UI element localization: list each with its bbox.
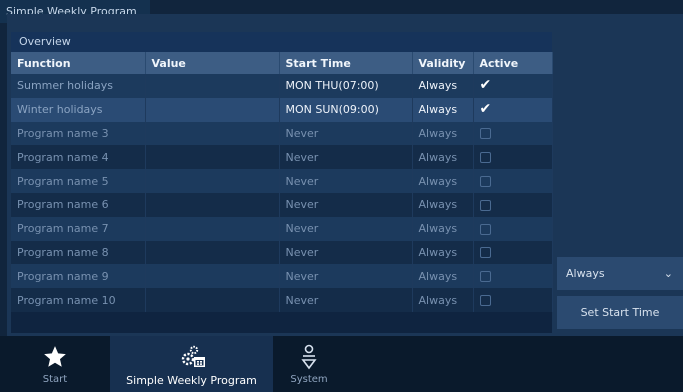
table-row[interactable]: Program name 5 Never Always — [11, 169, 553, 193]
active-cell — [473, 264, 553, 289]
start-time-cell: Never — [279, 169, 413, 193]
active-checkbox[interactable] — [479, 199, 491, 211]
active-checkbox[interactable] — [480, 77, 492, 93]
validity-cell: Always — [412, 192, 474, 217]
table-header-row: Function Value Start Time Validity Activ… — [11, 52, 553, 74]
program-table: Function Value Start Time Validity Activ… — [11, 52, 553, 312]
active-checkbox[interactable] — [479, 128, 491, 140]
active-cell — [473, 145, 553, 170]
function-cell: Program name 8 — [11, 240, 146, 265]
value-cell — [145, 169, 280, 193]
start-time-cell: Never — [279, 240, 413, 265]
value-cell — [145, 121, 280, 146]
active-cell — [473, 240, 553, 265]
validity-cell: Always — [412, 74, 474, 98]
start-time-cell: Never — [279, 288, 413, 312]
active-checkbox[interactable] — [479, 271, 491, 283]
overview-panel: Overview Function Value Start Time Valid… — [11, 32, 553, 333]
system-icon — [301, 344, 317, 370]
start-time-cell: Never — [279, 121, 413, 146]
active-cell — [473, 192, 553, 217]
table-row[interactable]: Program name 9 Never Always — [11, 264, 553, 289]
start-time-cell: Never — [279, 192, 413, 217]
column-header-start-time[interactable]: Start Time — [279, 52, 413, 74]
function-cell: Program name 3 — [11, 121, 146, 146]
chevron-down-icon: ⌄ — [663, 267, 673, 280]
validity-cell: Always — [412, 121, 474, 146]
table-row[interactable]: Program name 8 Never Always — [11, 240, 553, 265]
active-cell — [473, 74, 553, 98]
validity-dropdown-value: Always — [566, 267, 605, 280]
value-cell — [145, 288, 280, 312]
nav-system-label: System — [290, 374, 328, 385]
function-cell: Winter holidays — [11, 97, 146, 122]
function-cell: Summer holidays — [11, 74, 146, 98]
start-time-cell: Never — [279, 216, 413, 241]
gears-calendar-icon — [181, 345, 205, 367]
function-cell: Program name 10 — [11, 288, 146, 312]
active-cell — [473, 97, 553, 122]
value-cell — [145, 97, 280, 122]
validity-cell: Always — [412, 240, 474, 265]
function-cell: Program name 4 — [11, 145, 146, 170]
nav-start[interactable]: Start — [26, 336, 84, 392]
active-checkbox[interactable] — [479, 176, 491, 188]
table-row[interactable]: Program name 6 Never Always — [11, 192, 553, 217]
active-checkbox[interactable] — [479, 152, 491, 164]
value-cell — [145, 74, 280, 98]
value-cell — [145, 192, 280, 217]
value-cell — [145, 264, 280, 289]
validity-cell: Always — [412, 169, 474, 193]
table-row[interactable]: Program name 4 Never Always — [11, 145, 553, 170]
validity-cell: Always — [412, 216, 474, 241]
overview-header: Overview — [11, 32, 552, 52]
validity-dropdown[interactable]: Always ⌄ — [557, 257, 683, 290]
active-checkbox[interactable] — [479, 247, 491, 259]
start-time-cell: Never — [279, 264, 413, 289]
table-row[interactable]: Program name 10 Never Always — [11, 288, 553, 312]
set-start-time-button[interactable]: Set Start Time — [557, 296, 683, 329]
active-checkbox[interactable] — [480, 101, 492, 117]
function-cell: Program name 9 — [11, 264, 146, 289]
validity-cell: Always — [412, 264, 474, 289]
active-checkbox[interactable] — [479, 223, 491, 235]
function-cell: Program name 7 — [11, 216, 146, 241]
value-cell — [145, 216, 280, 241]
table-row[interactable]: Summer holidays MON THU(07:00) Always — [11, 74, 553, 98]
table-row[interactable]: Program name 3 Never Always — [11, 121, 553, 146]
column-header-value[interactable]: Value — [145, 52, 280, 74]
column-header-validity[interactable]: Validity — [412, 52, 474, 74]
start-time-cell: MON THU(07:00) — [279, 74, 413, 98]
column-header-function[interactable]: Function — [11, 52, 146, 74]
active-cell — [473, 169, 553, 193]
nav-system[interactable]: System — [285, 336, 333, 392]
validity-cell: Always — [412, 288, 474, 312]
nav-simple-weekly-program[interactable]: Simple Weekly Program — [110, 336, 273, 392]
column-header-active[interactable]: Active — [473, 52, 553, 74]
validity-cell: Always — [412, 145, 474, 170]
active-cell — [473, 216, 553, 241]
function-cell: Program name 5 — [11, 169, 146, 193]
start-time-cell: MON SUN(09:00) — [279, 97, 413, 122]
active-cell — [473, 121, 553, 146]
function-cell: Program name 6 — [11, 192, 146, 217]
value-cell — [145, 240, 280, 265]
star-icon — [44, 346, 66, 367]
nav-simple-weekly-program-label: Simple Weekly Program — [126, 374, 257, 387]
start-time-cell: Never — [279, 145, 413, 170]
table-row[interactable]: Program name 7 Never Always — [11, 216, 553, 241]
nav-start-label: Start — [42, 374, 68, 385]
validity-cell: Always — [412, 97, 474, 122]
right-panel: Always ⌄ Set Start Time — [557, 257, 683, 335]
value-cell — [145, 145, 280, 170]
bottom-nav: Start Simple Weekly Program System — [0, 336, 683, 392]
table-row[interactable]: Winter holidays MON SUN(09:00) Always — [11, 97, 553, 122]
active-checkbox[interactable] — [479, 295, 491, 307]
active-cell — [473, 288, 553, 312]
